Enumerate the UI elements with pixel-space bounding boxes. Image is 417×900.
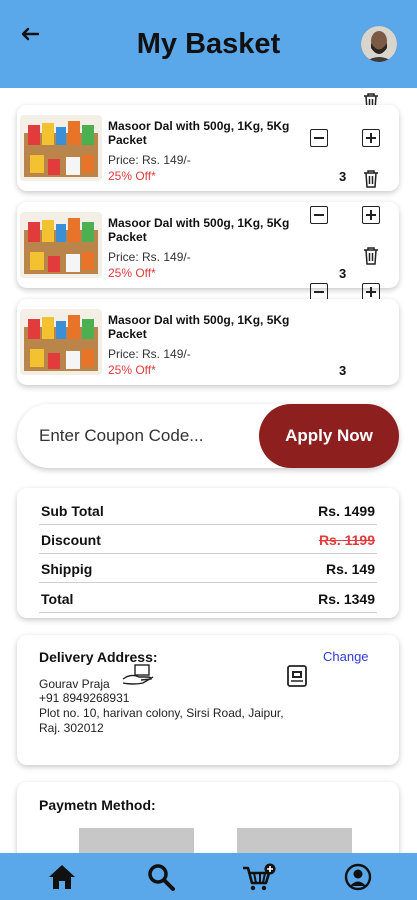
app-header: My Basket	[0, 0, 417, 88]
decrease-quantity-button[interactable]	[310, 129, 328, 147]
cart-item[interactable]: Masoor Dal with 500g, 1Kg, 5Kg Packet Pr…	[17, 299, 399, 385]
summary-label: Sub Total	[41, 503, 104, 519]
cart-item[interactable]: Masoor Dal with 500g, 1Kg, 5Kg Packet Pr…	[17, 202, 399, 301]
quantity-value: 3	[339, 169, 347, 184]
discount-label: 25% Off*	[108, 169, 156, 183]
avatar[interactable]	[361, 26, 397, 62]
quantity-value: 3	[339, 266, 347, 281]
increase-quantity-button[interactable]	[362, 129, 380, 147]
discount-label: 25% Off*	[108, 266, 156, 280]
bottom-navigation	[0, 853, 417, 900]
trash-icon[interactable]	[362, 246, 380, 266]
apply-coupon-button[interactable]: Apply Now	[259, 404, 399, 468]
decrease-quantity-button[interactable]	[310, 206, 328, 224]
summary-row-shipping: Shippig Rs. 149	[39, 554, 377, 583]
delivery-address-card: Delivery Address: Change Gourav Praja +9…	[17, 635, 399, 765]
address-line-1: Plot no. 10, harivan colony, Sirsi Road,…	[39, 706, 284, 720]
summary-label: Shippig	[41, 561, 93, 577]
product-image	[20, 115, 102, 181]
increase-quantity-button[interactable]	[362, 206, 380, 224]
order-summary: Sub Total Rs. 1499 Discount Rs. 1199 Shi…	[17, 488, 399, 618]
trash-icon[interactable]	[362, 169, 380, 189]
change-address-link[interactable]: Change	[323, 649, 369, 664]
search-icon[interactable]	[146, 862, 176, 892]
product-name: Masoor Dal with 500g, 1Kg, 5Kg Packet	[108, 313, 290, 341]
coupon-code-input[interactable]	[39, 420, 249, 452]
product-price: Price: Rs. 149/-	[108, 250, 191, 264]
product-image	[20, 212, 102, 278]
my-basket-screen: My Basket Masoor Dal with 500g, 1Kg, 5Kg…	[0, 0, 417, 900]
summary-row-discount: Discount Rs. 1199	[39, 525, 377, 554]
cart-icon[interactable]	[242, 862, 276, 892]
address-line-2: Raj. 302012	[39, 721, 104, 735]
summary-value: Rs. 1499	[318, 503, 375, 519]
summary-value: Rs. 1349	[318, 591, 375, 607]
product-price: Price: Rs. 149/-	[108, 153, 191, 167]
summary-row-subtotal: Sub Total Rs. 1499	[39, 496, 377, 525]
home-icon[interactable]	[47, 862, 77, 892]
product-price: Price: Rs. 149/-	[108, 347, 191, 361]
recipient-phone: +91 8949268931	[39, 691, 130, 705]
quantity-value: 3	[339, 363, 347, 378]
product-name: Masoor Dal with 500g, 1Kg, 5Kg Packet	[108, 216, 290, 244]
product-image	[20, 309, 102, 375]
coupon-bar: Apply Now	[17, 404, 399, 468]
payment-title: Paymetn Method:	[39, 797, 156, 813]
summary-row-total: Total Rs. 1349	[39, 584, 377, 613]
page-title: My Basket	[136, 28, 281, 60]
profile-icon[interactable]	[343, 862, 373, 892]
summary-value: Rs. 1199	[318, 532, 375, 548]
summary-label: Total	[41, 591, 74, 607]
cart-item[interactable]: Masoor Dal with 500g, 1Kg, 5Kg Packet Pr…	[17, 105, 399, 191]
summary-value: Rs. 149	[325, 561, 375, 577]
product-name: Masoor Dal with 500g, 1Kg, 5Kg Packet	[108, 119, 290, 147]
discount-label: 25% Off*	[108, 363, 156, 377]
address-book-icon[interactable]	[287, 665, 307, 687]
summary-label: Discount	[41, 532, 101, 548]
